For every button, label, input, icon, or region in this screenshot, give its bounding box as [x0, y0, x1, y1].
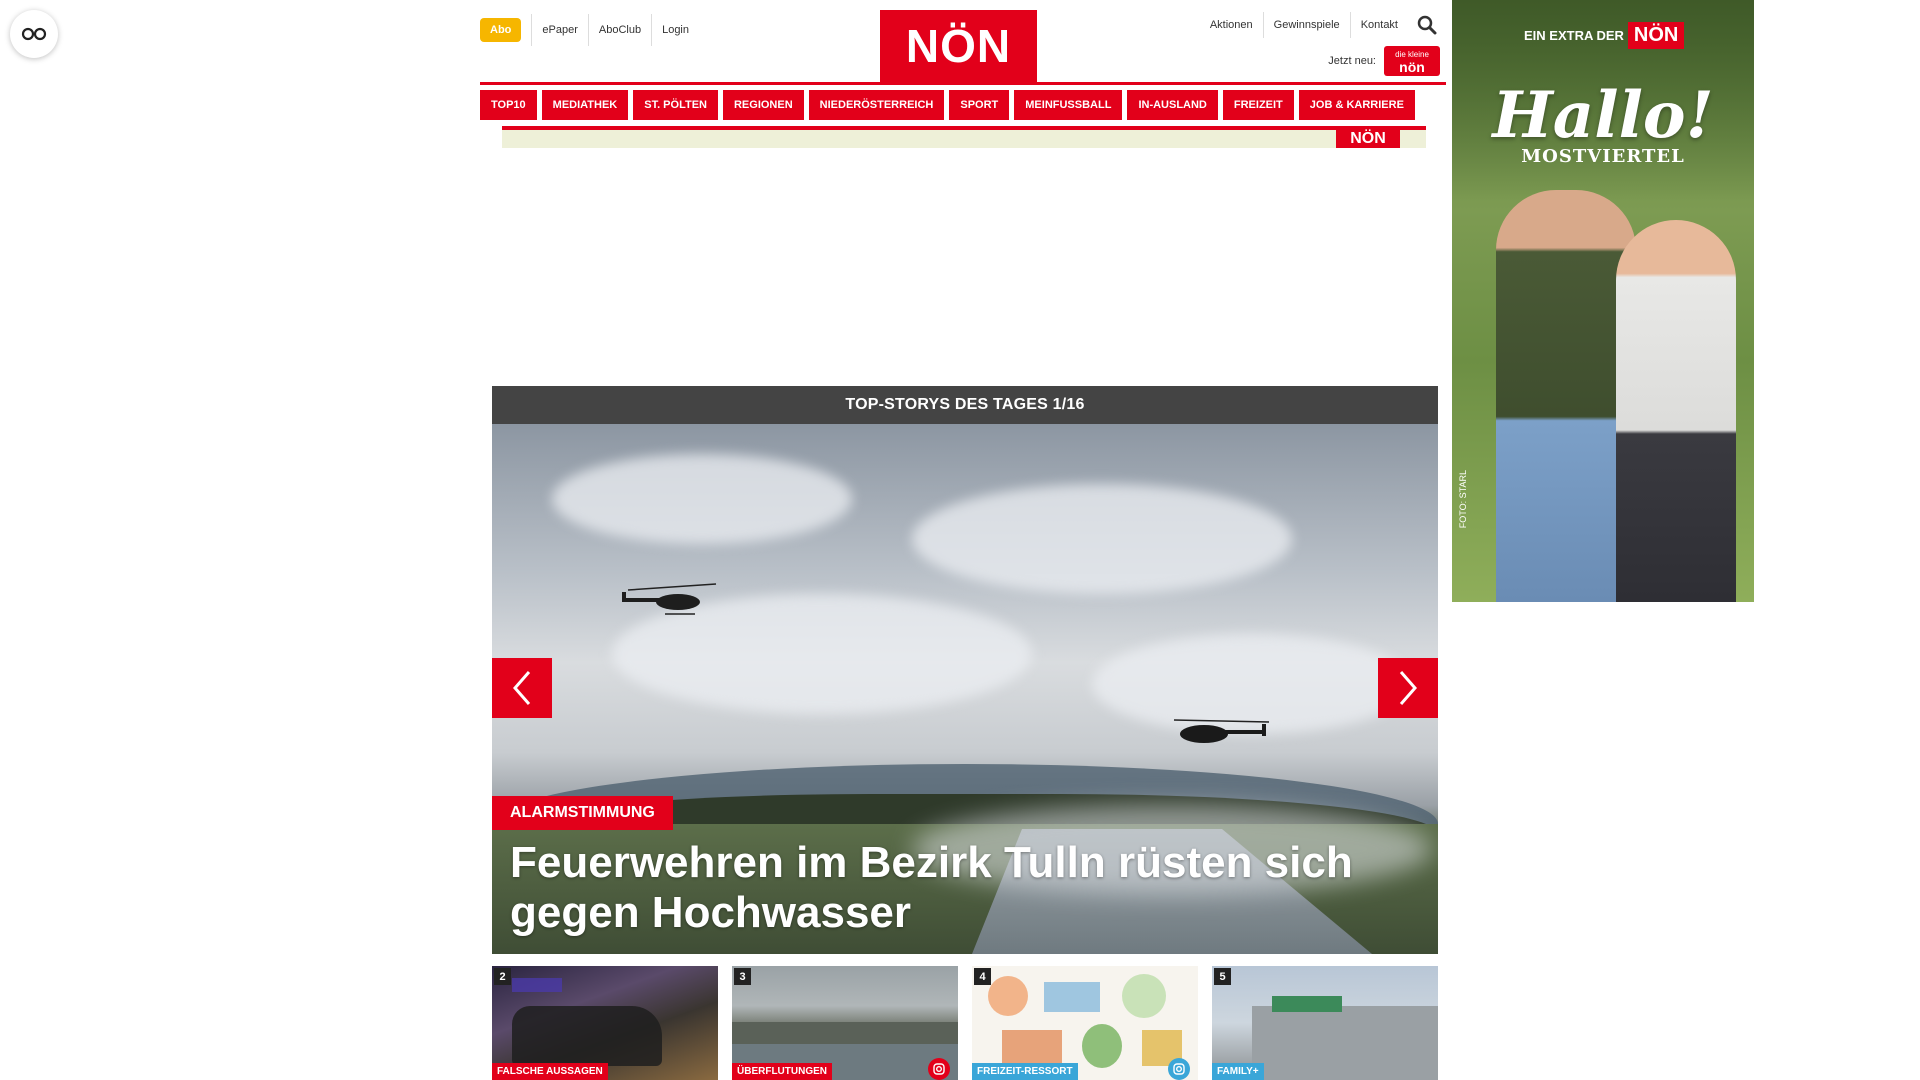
illustration-figure: [1122, 974, 1166, 1018]
aboclub-link[interactable]: AboClub: [587, 14, 651, 46]
main-nav: TOP10 MEDIATHEK ST. PÖLTEN REGIONEN NIED…: [480, 90, 1415, 120]
story-thumb[interactable]: 3 ÜBERFLUTUNGEN: [732, 966, 958, 1080]
helicopter-image: [622, 583, 717, 615]
thumb-tag[interactable]: ÜBERFLUTUNGEN: [732, 1063, 832, 1080]
thumb-number: 3: [734, 968, 751, 985]
story-thumb[interactable]: 5 FAMILY+: [1212, 966, 1438, 1080]
car-image: [512, 1006, 662, 1066]
thumb-number: 5: [1214, 968, 1231, 985]
ad-person-image: [1496, 190, 1636, 602]
illustration-figure: [988, 976, 1028, 1016]
jetzt-neu-label: Jetzt neu:: [1328, 55, 1376, 67]
thumb-number: 4: [974, 968, 991, 985]
top-stories-slider: TOP-STORYS DES TAGES 1/16 ALARMSTIMMUNG …: [492, 386, 1438, 954]
cloud: [912, 484, 1292, 594]
ad-banner[interactable]: NÖN: [502, 126, 1426, 148]
site-logo[interactable]: NÖN: [880, 10, 1037, 82]
story-thumb[interactable]: 2 FALSCHE AUSSAGEN: [492, 966, 718, 1080]
slide-headline[interactable]: Feuerwehren im Bezirk Tulln rüsten sich …: [510, 838, 1390, 938]
site-header: Abo ePaper AboClub Login NÖN Aktionen Ge…: [480, 0, 1446, 126]
slider-next-button[interactable]: [1378, 658, 1438, 718]
nav-item-freizeit[interactable]: FREIZEIT: [1222, 90, 1294, 120]
side-advertisement[interactable]: EIN EXTRA DER NÖN Hallo! MOSTVIERTEL FOT…: [1452, 0, 1754, 602]
thumb-number: 2: [494, 968, 511, 985]
jetzt-neu: Jetzt neu: die kleine nön: [1328, 46, 1440, 76]
slide-category-tag[interactable]: ALARMSTIMMUNG: [492, 796, 673, 830]
thumb-tag[interactable]: FREIZEIT-RESSORT: [972, 1063, 1078, 1080]
accessibility-button[interactable]: [10, 10, 58, 58]
ad-banner-border: [502, 126, 1426, 130]
nav-item-niederoesterreich[interactable]: NIEDERÖSTERREICH: [808, 90, 945, 120]
nav-item-mediathek[interactable]: MEDIATHEK: [541, 90, 629, 120]
kleine-noen-logo[interactable]: die kleine nön: [1384, 46, 1440, 76]
illustration-figure: [1002, 1030, 1062, 1066]
nav-item-regionen[interactable]: REGIONEN: [722, 90, 804, 120]
far-shore: [732, 1022, 958, 1044]
epaper-link[interactable]: ePaper: [531, 14, 587, 46]
slider-heading: TOP-STORYS DES TAGES 1/16: [492, 386, 1438, 424]
story-thumb[interactable]: 4 FREIZEIT-RESSORT: [972, 966, 1198, 1080]
side-ad-header: EIN EXTRA DER NÖN: [1524, 22, 1685, 49]
nav-item-job-karriere[interactable]: JOB & KARRIERE: [1298, 90, 1415, 120]
top-left-links: Abo ePaper AboClub Login: [480, 14, 699, 46]
nav-item-st-poelten[interactable]: ST. PÖLTEN: [633, 90, 718, 120]
search-icon[interactable]: [1414, 12, 1440, 38]
story-thumbnails: 2 FALSCHE AUSSAGEN 3 ÜBERFLUTUNGEN 4 FRE…: [492, 966, 1438, 1080]
thumb-tag[interactable]: FALSCHE AUSSAGEN: [492, 1063, 608, 1080]
camera-icon: [928, 1058, 950, 1080]
side-ad-logo: NÖN: [1627, 22, 1685, 49]
side-ad-title: Hallo!: [1492, 78, 1714, 153]
police-light: [512, 978, 562, 992]
illustration-figure: [1082, 1024, 1122, 1068]
nav-item-meinfussball[interactable]: MEINFUSSBALL: [1014, 90, 1123, 120]
building: [1252, 1006, 1438, 1080]
chevron-left-icon: [513, 671, 531, 705]
kleine-logo-main: nön: [1399, 59, 1425, 75]
camera-icon: [1168, 1058, 1190, 1080]
chevron-right-icon: [1399, 671, 1417, 705]
ad-banner-logo: NÖN: [1336, 130, 1400, 148]
nav-divider: [480, 82, 1446, 85]
slider-prev-button[interactable]: [492, 658, 552, 718]
helicopter-image: [1173, 719, 1270, 743]
ad-person-image: [1616, 220, 1736, 602]
thumb-tag[interactable]: FAMILY+: [1212, 1063, 1264, 1080]
kontakt-link[interactable]: Kontakt: [1349, 12, 1408, 38]
side-ad-region: MOSTVIERTEL: [1521, 146, 1685, 167]
accessibility-glasses-icon: [21, 27, 47, 41]
side-ad-photo-credit: FOTO: STARL: [1458, 470, 1468, 529]
gewinnspiele-link[interactable]: Gewinnspiele: [1262, 12, 1350, 38]
nav-item-sport[interactable]: SPORT: [949, 90, 1010, 120]
login-link[interactable]: Login: [651, 14, 699, 46]
nav-item-in-ausland[interactable]: IN-AUSLAND: [1127, 90, 1218, 120]
side-ad-extra-label: EIN EXTRA DER: [1524, 28, 1624, 43]
top-right-links: Aktionen Gewinnspiele Kontakt: [1200, 12, 1440, 38]
slide-image[interactable]: ALARMSTIMMUNG Feuerwehren im Bezirk Tull…: [492, 424, 1438, 954]
aktionen-link[interactable]: Aktionen: [1200, 12, 1263, 38]
nav-item-top10[interactable]: TOP10: [480, 90, 537, 120]
illustration-figure: [1044, 982, 1100, 1012]
building-sign: [1272, 996, 1342, 1012]
cloud: [552, 454, 852, 544]
abo-button[interactable]: Abo: [480, 18, 522, 42]
